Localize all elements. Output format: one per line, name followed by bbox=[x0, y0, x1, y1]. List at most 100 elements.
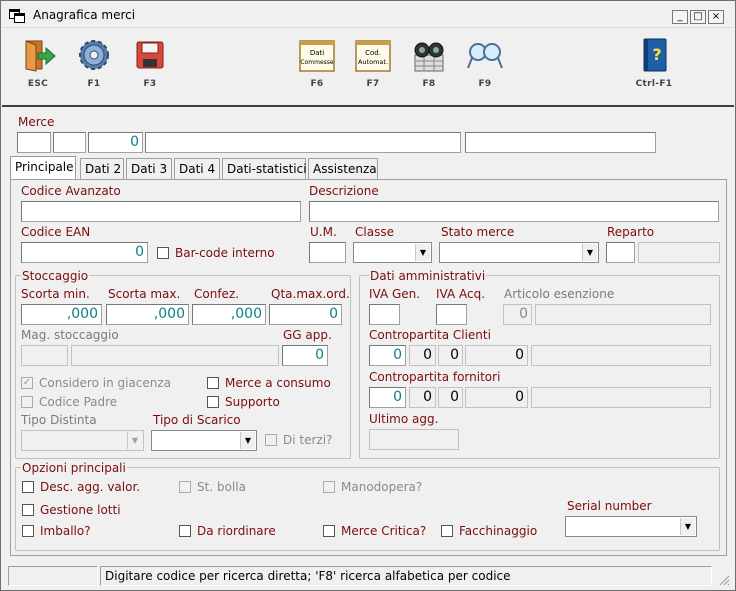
ctrl-f1-button[interactable]: ? Ctrl-F1 bbox=[628, 35, 680, 89]
scorta-min-field[interactable]: ,000 bbox=[21, 304, 102, 325]
checkbox-box bbox=[441, 525, 453, 537]
considero-giacenza-label: Considero in giacenza bbox=[39, 376, 172, 390]
tab-assistenza[interactable]: Assistenza bbox=[308, 158, 378, 180]
considero-giacenza-checkbox: ✓ Considero in giacenza bbox=[21, 376, 171, 390]
qta-max-ord-field[interactable]: 0 bbox=[269, 304, 342, 325]
svg-text:Automat.: Automat. bbox=[358, 58, 388, 66]
chevron-down-icon: ▼ bbox=[127, 432, 142, 449]
iva-gen-field[interactable] bbox=[369, 304, 400, 325]
f9-button[interactable]: F9 bbox=[459, 35, 511, 89]
supporto-label: Supporto bbox=[225, 395, 280, 409]
f8-button[interactable]: F8 bbox=[403, 35, 455, 89]
status-message: Digitare codice per ricerca diretta; 'F8… bbox=[100, 566, 712, 586]
f6-button[interactable]: Dati Commesse F6 bbox=[291, 35, 343, 89]
tab-dati-4[interactable]: Dati 4 bbox=[174, 158, 220, 180]
merce-consumo-label: Merce a consumo bbox=[225, 376, 331, 390]
merce-extra-field[interactable] bbox=[465, 132, 656, 153]
fornitori-conto-3: 0 bbox=[438, 387, 463, 408]
chevron-down-icon: ▼ bbox=[582, 244, 597, 261]
gestione-lotti-checkbox[interactable]: Gestione lotti bbox=[22, 503, 121, 517]
contropartita-clienti-label: Contropartita Clienti bbox=[369, 328, 491, 342]
f8-label: F8 bbox=[422, 79, 436, 89]
main-window: Anagrafica merci _ □ × ESC F1 F3 Dati Com… bbox=[0, 0, 736, 591]
fornitori-conto-1[interactable]: 0 bbox=[369, 387, 406, 408]
merce-critica-label: Merce Critica? bbox=[341, 524, 427, 538]
checkbox-box bbox=[22, 525, 34, 537]
resize-grip-icon[interactable] bbox=[718, 574, 730, 586]
svg-text:?: ? bbox=[652, 45, 661, 64]
tab-principale[interactable]: Principale bbox=[10, 156, 76, 180]
classe-label: Classe bbox=[355, 225, 394, 239]
descrizione-label: Descrizione bbox=[309, 184, 379, 198]
checkmark-icon: ✓ bbox=[21, 377, 33, 389]
serial-number-select[interactable]: ▼ bbox=[565, 516, 697, 537]
articolo-esenzione-code: 0 bbox=[503, 304, 532, 325]
binoculars-icon bbox=[414, 42, 444, 72]
f9-label: F9 bbox=[478, 79, 492, 89]
checkbox-box bbox=[207, 377, 219, 389]
clienti-conto-1[interactable]: 0 bbox=[369, 345, 406, 366]
close-button[interactable]: × bbox=[708, 10, 724, 24]
checkbox-box bbox=[22, 481, 34, 493]
gg-app-field[interactable]: 0 bbox=[282, 345, 328, 366]
reparto-code-field[interactable] bbox=[606, 242, 635, 263]
scorta-max-field[interactable]: ,000 bbox=[106, 304, 189, 325]
di-terzi-checkbox: Di terzi? bbox=[265, 433, 332, 447]
codice-avanzato-field[interactable] bbox=[21, 201, 301, 222]
checkbox-box bbox=[157, 247, 169, 259]
chevron-down-icon: ▼ bbox=[240, 432, 255, 449]
merce-consumo-checkbox[interactable]: Merce a consumo bbox=[207, 376, 331, 390]
descrizione-field[interactable] bbox=[309, 201, 719, 222]
f7-button[interactable]: Cod. Automat. F7 bbox=[347, 35, 399, 89]
classe-select[interactable]: ▼ bbox=[353, 242, 432, 263]
merce-code-number[interactable]: 0 bbox=[88, 132, 143, 153]
svg-text:Commesse: Commesse bbox=[300, 59, 333, 66]
codice-padre-checkbox: Codice Padre bbox=[21, 395, 117, 409]
da-riordinare-checkbox[interactable]: Da riordinare bbox=[179, 524, 276, 538]
confez-field[interactable]: ,000 bbox=[192, 304, 266, 325]
codice-ean-field[interactable]: 0 bbox=[21, 242, 148, 263]
merce-description-field[interactable] bbox=[145, 132, 461, 153]
supporto-checkbox[interactable]: Supporto bbox=[207, 395, 280, 409]
st-bolla-label: St. bolla bbox=[197, 480, 246, 494]
tab-dati-2[interactable]: Dati 2 bbox=[80, 158, 124, 180]
ctrl-f1-label: Ctrl-F1 bbox=[635, 79, 673, 89]
opzioni-principali-title: Opzioni principali bbox=[21, 461, 127, 475]
imballo-checkbox[interactable]: Imballo? bbox=[22, 524, 91, 538]
codice-avanzato-label: Codice Avanzato bbox=[21, 184, 121, 198]
tab-dati-statistici[interactable]: Dati-statistici bbox=[222, 158, 307, 180]
title-bar: Anagrafica merci _ □ × bbox=[2, 2, 734, 28]
merce-critica-checkbox[interactable]: Merce Critica? bbox=[323, 524, 426, 538]
merce-code-2[interactable] bbox=[53, 132, 86, 153]
f1-button[interactable]: F1 bbox=[68, 35, 120, 89]
maximize-button[interactable]: □ bbox=[690, 10, 706, 24]
exit-door-icon bbox=[25, 40, 56, 72]
f3-button[interactable]: F3 bbox=[124, 35, 176, 89]
esc-button[interactable]: ESC bbox=[12, 35, 64, 89]
help-book-icon: ? bbox=[643, 38, 667, 72]
stato-merce-select[interactable]: ▼ bbox=[439, 242, 599, 263]
checkbox-box bbox=[179, 481, 191, 493]
tab-dati-3[interactable]: Dati 3 bbox=[126, 158, 172, 180]
checkbox-box bbox=[323, 481, 335, 493]
di-terzi-label: Di terzi? bbox=[283, 433, 333, 447]
manodopera-label: Manodopera? bbox=[341, 480, 423, 494]
um-field[interactable] bbox=[309, 242, 346, 263]
mag-stoccaggio-description bbox=[71, 345, 279, 366]
checkbox-box bbox=[323, 525, 335, 537]
checkbox-box bbox=[265, 434, 277, 446]
barcode-interno-checkbox[interactable]: Bar-code interno bbox=[157, 246, 275, 260]
facchinaggio-checkbox[interactable]: Facchinaggio bbox=[441, 524, 537, 538]
status-panel-left bbox=[8, 566, 98, 586]
codice-padre-label: Codice Padre bbox=[39, 395, 118, 409]
iva-acq-field[interactable] bbox=[436, 304, 467, 325]
minimize-button[interactable]: _ bbox=[672, 10, 688, 24]
tipo-scarico-select[interactable]: ▼ bbox=[151, 430, 257, 451]
checkbox-box bbox=[179, 525, 191, 537]
stato-merce-label: Stato merce bbox=[441, 225, 515, 239]
scorta-min-label: Scorta min. bbox=[21, 287, 90, 301]
desc-agg-valor-checkbox[interactable]: Desc. agg. valor. bbox=[22, 480, 140, 494]
merce-label: Merce bbox=[18, 115, 55, 129]
merce-code-1[interactable] bbox=[17, 132, 51, 153]
reparto-description-field bbox=[638, 242, 720, 263]
